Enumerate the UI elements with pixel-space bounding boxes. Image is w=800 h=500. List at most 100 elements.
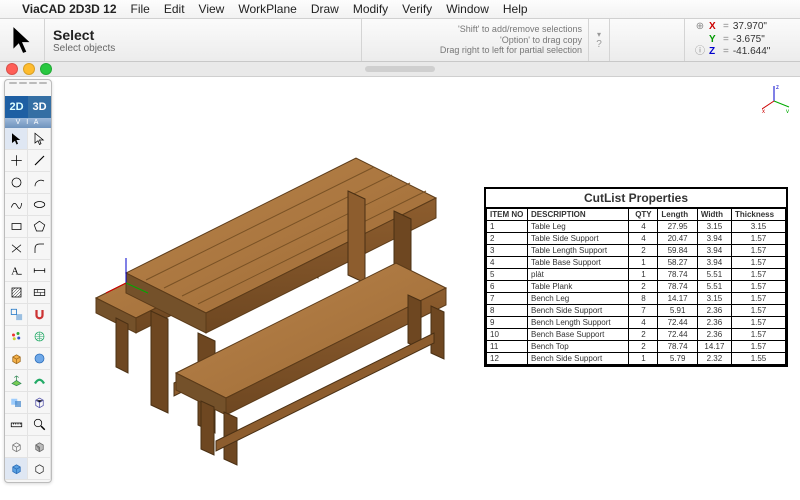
dimension-tool[interactable] [28,260,51,282]
table-cell: 5.51 [697,281,731,293]
table-cell: 27.95 [658,221,697,233]
window-drag-handle[interactable] [365,66,435,72]
point-tool[interactable] [5,150,28,172]
window-minimize-button[interactable] [23,63,35,75]
table-cell: 12 [487,353,528,365]
table-cell: 9 [487,317,528,329]
trim-tool[interactable] [5,238,28,260]
menu-edit[interactable]: Edit [164,2,185,16]
table-cell: 5.79 [658,353,697,365]
tool-tips: 'Shift' to add/remove selections 'Option… [362,19,589,61]
wireframe-view[interactable] [5,436,28,458]
window-close-button[interactable] [6,63,18,75]
menu-file[interactable]: File [131,2,150,16]
col-thickness: Thickness [731,209,785,221]
table-cell: 4 [487,257,528,269]
table-cell: 7 [629,305,658,317]
table-cell: 7 [487,293,528,305]
window-zoom-button[interactable] [40,63,52,75]
menu-draw[interactable]: Draw [311,2,339,16]
table-cell: 1.57 [731,245,785,257]
menu-help[interactable]: Help [503,2,528,16]
table-cell: plàt [528,269,629,281]
ellipse-tool[interactable] [28,194,51,216]
table-cell: 1.57 [731,269,785,281]
workspace[interactable]: 2D 3D V I A A [0,77,800,500]
select-tool[interactable] [5,128,28,150]
rectangle-tool[interactable] [5,216,28,238]
shaded-view[interactable] [28,436,51,458]
table-cell: 1.57 [731,233,785,245]
mode-2d-button[interactable]: 2D [5,96,28,118]
table-cell: 8 [629,293,658,305]
mode-3d-button[interactable]: 3D [28,96,51,118]
render-view[interactable] [5,458,28,480]
tool-palette[interactable]: 2D 3D V I A A [4,79,52,483]
table-cell: Bench Leg [528,293,629,305]
window-titlebar[interactable] [0,62,800,77]
table-cell: 14.17 [697,341,731,353]
transform-tool[interactable] [5,304,28,326]
tool-info-bar: Select Select objects 'Shift' to add/rem… [0,19,800,62]
table-cell: 1 [629,269,658,281]
zoom-tool[interactable] [28,414,51,436]
measure-tool[interactable] [5,414,28,436]
table-cell: 3.15 [697,293,731,305]
primitive-tool[interactable] [5,348,28,370]
select-lasso-tool[interactable] [28,128,51,150]
isometric-view[interactable] [28,458,51,480]
table-cell: 1.57 [731,317,785,329]
cutlist-panel: CutList Properties ITEM NO DESCRIPTION Q… [484,187,788,367]
table-cell: 2 [487,233,528,245]
extrude-tool[interactable] [5,370,28,392]
table-cell: 1.57 [731,293,785,305]
table-cell: Bench Side Support [528,353,629,365]
chevron-down-icon: ▾ [597,31,601,39]
table-row: 4Table Base Support158.273.941.57 [487,257,786,269]
viewport-3d[interactable] [56,83,476,483]
menu-bar: ViaCAD 2D3D 12 File Edit View WorkPlane … [0,0,800,19]
x-axis-label: x [762,109,765,113]
app-menu[interactable]: ViaCAD 2D3D 12 [22,2,117,16]
fillet-tool[interactable] [28,238,51,260]
axis-gizmo[interactable]: z y x [762,83,792,113]
palette-grip-icon[interactable] [5,80,51,96]
table-cell: 3.94 [697,257,731,269]
shell-tool[interactable] [28,392,51,414]
paint-tool[interactable] [5,326,28,348]
table-cell: Table Side Support [528,233,629,245]
table-cell: Bench Base Support [528,329,629,341]
sweep-tool[interactable] [28,370,51,392]
line-tool[interactable] [28,150,51,172]
arc-tool[interactable] [28,172,51,194]
wall-tool[interactable] [28,282,51,304]
menu-workplane[interactable]: WorkPlane [238,2,296,16]
text-tool[interactable]: A [5,260,28,282]
table-cell: 4 [629,317,658,329]
menu-verify[interactable]: Verify [402,2,432,16]
y-label: Y [709,34,719,47]
circle-tool[interactable] [5,172,28,194]
polygon-tool[interactable] [28,216,51,238]
hatch-tool[interactable] [5,282,28,304]
magnet-tool[interactable] [28,304,51,326]
table-cell: 14.17 [658,293,697,305]
spline-tool[interactable] [5,194,28,216]
table-cell: 78.74 [658,281,697,293]
sphere-tool[interactable] [28,348,51,370]
help-toggle[interactable]: ▾ ? [589,19,610,61]
table-cell: 2.32 [697,353,731,365]
table-cell: 1.57 [731,281,785,293]
table-cell: 3.15 [697,221,731,233]
target-icon: ⊕ [695,21,705,34]
table-row: 5plàt178.745.511.57 [487,269,786,281]
menu-window[interactable]: Window [446,2,489,16]
mode-toggle[interactable]: 2D 3D [5,96,51,118]
y-axis-label: y [786,109,789,113]
menu-modify[interactable]: Modify [353,2,388,16]
boolean-tool[interactable] [5,392,28,414]
globe-tool[interactable] [28,326,51,348]
table-row: 3Table Length Support259.843.941.57 [487,245,786,257]
menu-view[interactable]: View [199,2,225,16]
table-row: 9Bench Length Support472.442.361.57 [487,317,786,329]
